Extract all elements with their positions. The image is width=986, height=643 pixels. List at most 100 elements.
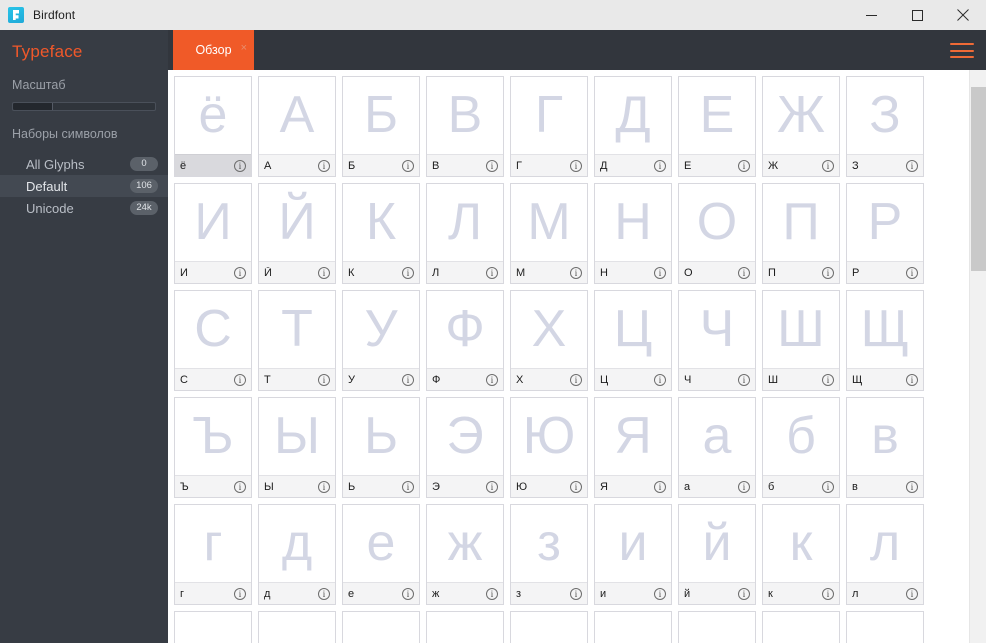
info-icon[interactable]: i	[318, 266, 330, 279]
info-icon[interactable]: i	[486, 373, 498, 386]
glyph-card[interactable]: ККi	[342, 183, 420, 284]
glyph-card[interactable]: ддi	[258, 504, 336, 605]
info-icon[interactable]: i	[486, 480, 498, 493]
glyph-card[interactable]: ввi	[846, 397, 924, 498]
glyph-card[interactable]: ДДi	[594, 76, 672, 177]
glyph-card[interactable]: ааi	[678, 397, 756, 498]
glyph-card[interactable]: ИИi	[174, 183, 252, 284]
glyph-card[interactable]: ХХi	[510, 290, 588, 391]
glyph-card[interactable]: ЬЬi	[342, 397, 420, 498]
info-icon[interactable]: i	[570, 159, 582, 172]
info-icon[interactable]: i	[234, 587, 246, 600]
glyph-card[interactable]: ггi	[174, 504, 252, 605]
minimize-button[interactable]	[848, 0, 894, 30]
info-icon[interactable]: i	[402, 159, 414, 172]
glyph-card[interactable]: ййi	[678, 504, 756, 605]
info-icon[interactable]: i	[906, 159, 918, 172]
info-icon[interactable]: i	[822, 266, 834, 279]
glyph-card[interactable]	[510, 611, 588, 643]
hamburger-menu-icon[interactable]	[950, 43, 974, 58]
info-icon[interactable]: i	[570, 587, 582, 600]
glyph-card[interactable]	[762, 611, 840, 643]
glyph-card[interactable]: ЗЗi	[846, 76, 924, 177]
info-icon[interactable]: i	[822, 587, 834, 600]
glyph-card[interactable]: ББi	[342, 76, 420, 177]
close-button[interactable]	[940, 0, 986, 30]
info-icon[interactable]: i	[234, 159, 246, 172]
info-icon[interactable]: i	[738, 373, 750, 386]
info-icon[interactable]: i	[318, 159, 330, 172]
info-icon[interactable]: i	[654, 159, 666, 172]
glyph-card[interactable]: ккi	[762, 504, 840, 605]
info-icon[interactable]: i	[486, 587, 498, 600]
info-icon[interactable]: i	[570, 480, 582, 493]
glyph-card[interactable]: ееi	[342, 504, 420, 605]
glyph-card[interactable]	[174, 611, 252, 643]
glyph-card[interactable]: ббi	[762, 397, 840, 498]
glyph-card[interactable]: жжi	[426, 504, 504, 605]
info-icon[interactable]: i	[570, 373, 582, 386]
glyph-card[interactable]: ллi	[846, 504, 924, 605]
info-icon[interactable]: i	[738, 480, 750, 493]
info-icon[interactable]: i	[486, 266, 498, 279]
glyph-card[interactable]: ЧЧi	[678, 290, 756, 391]
zoom-slider[interactable]	[12, 102, 156, 111]
info-icon[interactable]: i	[822, 373, 834, 386]
glyph-card[interactable]: ёёi	[174, 76, 252, 177]
info-icon[interactable]: i	[570, 266, 582, 279]
info-icon[interactable]: i	[318, 480, 330, 493]
glyph-card[interactable]: ззi	[510, 504, 588, 605]
glyph-card[interactable]: ФФi	[426, 290, 504, 391]
glyph-card[interactable]: ЭЭi	[426, 397, 504, 498]
info-icon[interactable]: i	[654, 373, 666, 386]
glyph-card[interactable]: ММi	[510, 183, 588, 284]
info-icon[interactable]: i	[402, 266, 414, 279]
info-icon[interactable]: i	[822, 480, 834, 493]
info-icon[interactable]: i	[402, 480, 414, 493]
glyph-card[interactable]: ГГi	[510, 76, 588, 177]
info-icon[interactable]: i	[234, 373, 246, 386]
info-icon[interactable]: i	[906, 266, 918, 279]
info-icon[interactable]: i	[738, 266, 750, 279]
glyph-card[interactable]: ШШi	[762, 290, 840, 391]
glyph-card[interactable]: ЪЪi	[174, 397, 252, 498]
vertical-scrollbar[interactable]	[969, 70, 986, 643]
sidebar-item-unicode[interactable]: Unicode 24k	[0, 197, 168, 219]
glyph-card[interactable]: ППi	[762, 183, 840, 284]
info-icon[interactable]: i	[654, 480, 666, 493]
info-icon[interactable]: i	[402, 373, 414, 386]
info-icon[interactable]: i	[738, 587, 750, 600]
glyph-card[interactable]: ЕЕi	[678, 76, 756, 177]
glyph-card[interactable]: ЙЙi	[258, 183, 336, 284]
glyph-card[interactable]: ЯЯi	[594, 397, 672, 498]
info-icon[interactable]: i	[654, 266, 666, 279]
glyph-card[interactable]: УУi	[342, 290, 420, 391]
glyph-card[interactable]	[846, 611, 924, 643]
glyph-card[interactable]: ЮЮi	[510, 397, 588, 498]
glyph-card[interactable]: ЩЩi	[846, 290, 924, 391]
info-icon[interactable]: i	[906, 587, 918, 600]
glyph-card[interactable]: ООi	[678, 183, 756, 284]
glyph-card[interactable]: ЖЖi	[762, 76, 840, 177]
info-icon[interactable]: i	[234, 480, 246, 493]
glyph-card[interactable]	[678, 611, 756, 643]
info-icon[interactable]: i	[738, 159, 750, 172]
glyph-card[interactable]: ЫЫi	[258, 397, 336, 498]
glyph-card[interactable]: ииi	[594, 504, 672, 605]
info-icon[interactable]: i	[906, 480, 918, 493]
tab-overview[interactable]: Обзор ×	[173, 30, 254, 70]
info-icon[interactable]: i	[486, 159, 498, 172]
glyph-card[interactable]: ВВi	[426, 76, 504, 177]
sidebar-item-default[interactable]: Default 106	[0, 175, 168, 197]
info-icon[interactable]: i	[822, 159, 834, 172]
info-icon[interactable]: i	[234, 266, 246, 279]
maximize-button[interactable]	[894, 0, 940, 30]
info-icon[interactable]: i	[318, 587, 330, 600]
glyph-card[interactable]: ССi	[174, 290, 252, 391]
sidebar-item-all-glyphs[interactable]: All Glyphs 0	[0, 153, 168, 175]
scrollbar-thumb[interactable]	[971, 87, 986, 271]
glyph-card[interactable]	[426, 611, 504, 643]
info-icon[interactable]: i	[906, 373, 918, 386]
glyph-card[interactable]	[594, 611, 672, 643]
glyph-card[interactable]: ТТi	[258, 290, 336, 391]
